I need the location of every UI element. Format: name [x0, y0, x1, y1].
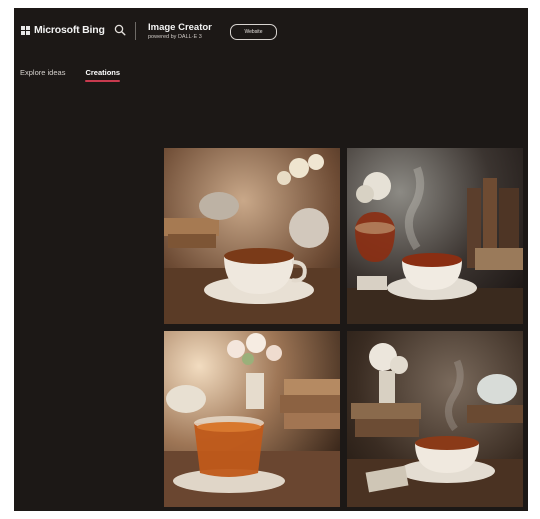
product-title: Image Creator	[148, 22, 212, 33]
website-button[interactable]: Website	[230, 24, 277, 40]
product-brand[interactable]: Image Creator powered by DALL·E 3	[148, 22, 212, 42]
generated-image-2[interactable]	[347, 148, 523, 324]
tab-creations[interactable]: Creations	[85, 68, 121, 83]
tab-explore-ideas[interactable]: Explore ideas	[20, 68, 65, 83]
image-grid	[164, 148, 523, 507]
generated-image-1[interactable]	[164, 148, 340, 324]
windows-grid-icon	[21, 25, 30, 35]
header-divider	[135, 22, 136, 40]
top-bar: Microsoft Bing Image Creator powered by …	[14, 8, 528, 60]
product-subtitle: powered by DALL·E 3	[148, 34, 202, 40]
generated-image-3[interactable]	[164, 331, 340, 507]
generated-image-4[interactable]	[347, 331, 523, 507]
tab-bar: Explore ideas Creations	[20, 68, 121, 83]
active-tab-indicator	[85, 80, 121, 82]
bing-logo[interactable]: Microsoft Bing	[21, 24, 105, 36]
logo-text: Microsoft Bing	[34, 24, 105, 36]
tab-label: Creations	[85, 68, 121, 77]
search-icon[interactable]	[113, 23, 127, 37]
app-window: Microsoft Bing Image Creator powered by …	[14, 8, 528, 511]
tab-label: Explore ideas	[20, 68, 66, 77]
